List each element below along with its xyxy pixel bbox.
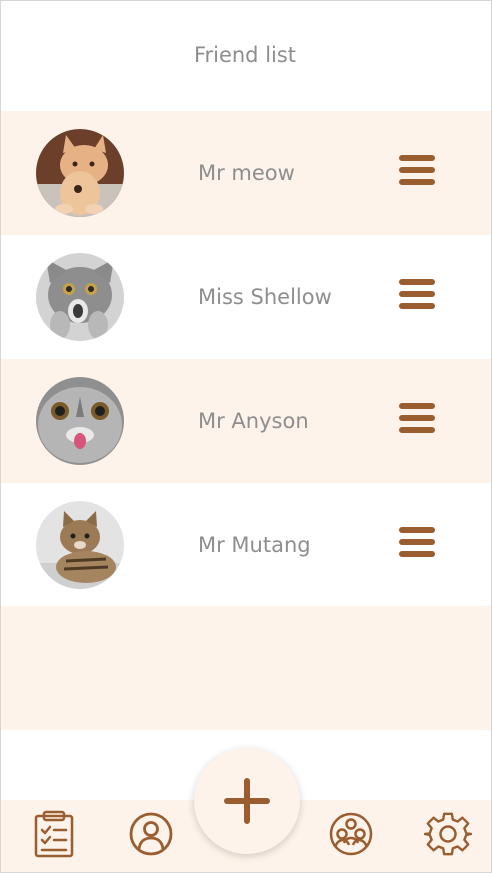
profile-icon[interactable] <box>127 810 175 858</box>
friend-avatar <box>36 377 124 465</box>
add-icon <box>224 778 270 824</box>
app-frame: Friend list Mr meow Miss Shellow Mr Anys… <box>0 0 492 873</box>
friend-avatar <box>36 129 124 217</box>
page-title: Friend list <box>193 43 297 67</box>
friend-avatar <box>36 253 124 341</box>
clipboard-icon[interactable] <box>30 810 78 858</box>
header: Friend list <box>1 1 491 111</box>
empty-list-slot <box>1 606 491 730</box>
gear-icon[interactable] <box>423 810 473 858</box>
menu-icon[interactable] <box>397 527 437 563</box>
friend-row[interactable]: Mr Anyson <box>1 359 491 483</box>
group-icon[interactable] <box>327 810 375 858</box>
friend-name: Mr Mutang <box>198 533 311 557</box>
menu-icon[interactable] <box>397 155 437 191</box>
friend-name: Mr meow <box>198 161 295 185</box>
friend-name: Mr Anyson <box>198 409 309 433</box>
friend-row[interactable]: Miss Shellow <box>1 235 491 359</box>
friend-avatar <box>36 501 124 589</box>
friend-row[interactable]: Mr meow <box>1 111 491 235</box>
friend-name: Miss Shellow <box>198 285 332 309</box>
friend-row[interactable]: Mr Mutang <box>1 483 491 607</box>
menu-icon[interactable] <box>397 279 437 315</box>
add-friend-button[interactable] <box>194 748 300 854</box>
menu-icon[interactable] <box>397 403 437 439</box>
